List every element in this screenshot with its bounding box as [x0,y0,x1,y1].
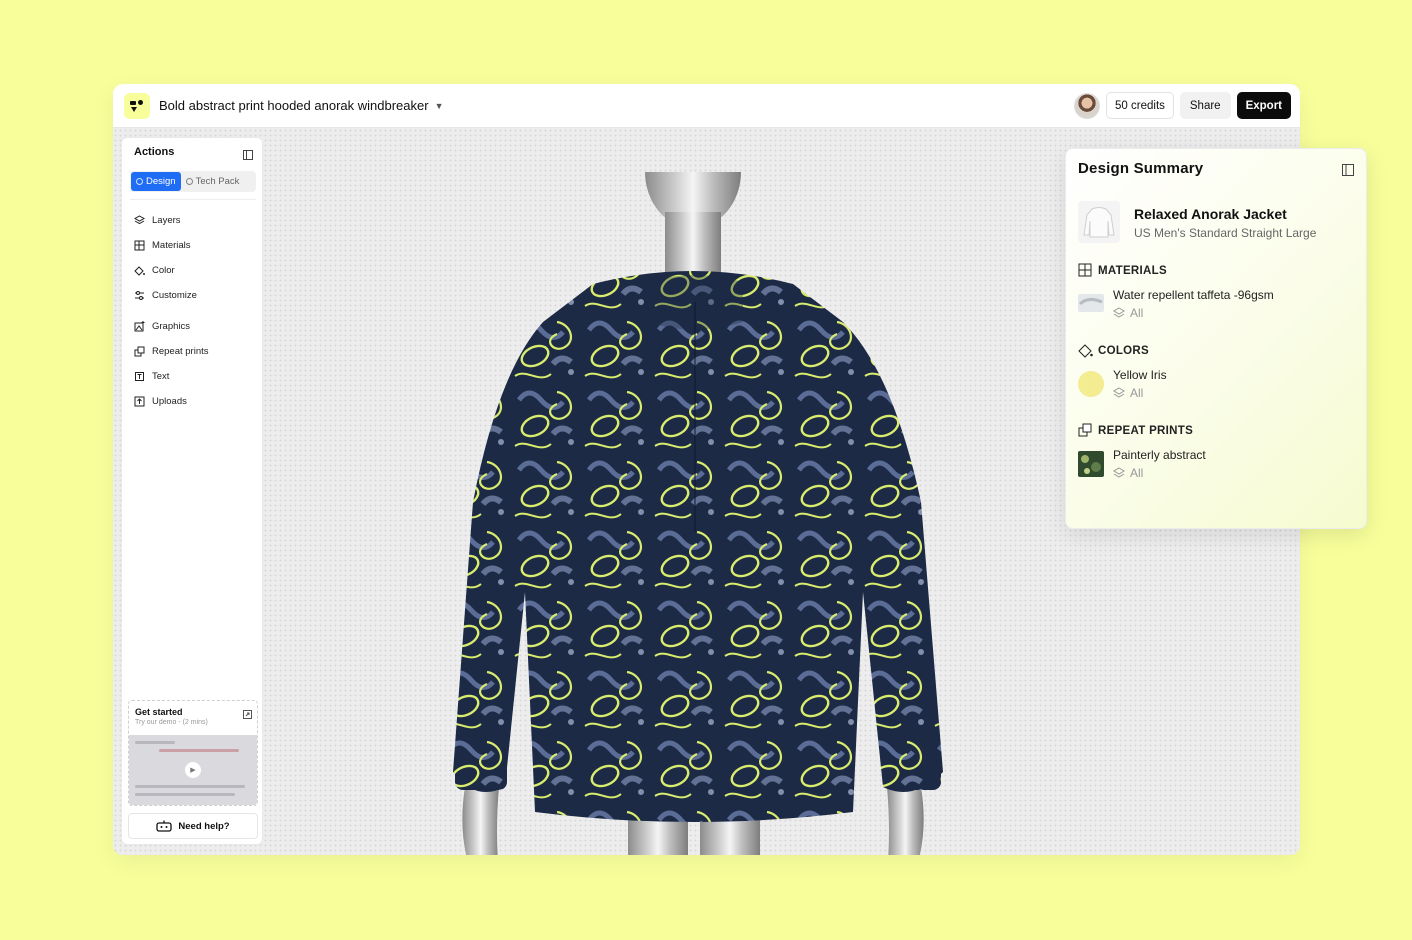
tech-pack-radio-icon [185,178,193,185]
need-help-button[interactable]: Need help? [128,813,258,839]
material-name: Water repellent taffeta -96gsm [1113,288,1274,302]
app-logo-icon[interactable] [124,93,150,119]
demo-video-thumbnail[interactable]: ▶ [129,735,257,805]
materials-heading: MATERIALS [1078,263,1167,278]
print-name: Painterly abstract [1113,448,1206,462]
thumbnail-bar [159,749,239,752]
avatar[interactable] [1074,92,1101,119]
color-swatch [1078,371,1104,397]
materials-icon [134,240,145,251]
get-started-card[interactable]: Get started Try our demo - (2 mins) ▶ [128,700,258,806]
collapse-panel-icon[interactable] [1342,163,1354,181]
color-scope[interactable]: All [1113,386,1143,400]
print-swatch-icon [1078,451,1104,477]
credits-button[interactable]: 50 credits [1106,92,1174,119]
menu-item-uploads[interactable]: Uploads [134,389,258,414]
play-icon[interactable]: ▶ [185,762,201,778]
document-title-dropdown[interactable]: Bold abstract print hooded anorak windbr… [159,98,443,113]
menu-item-repeat-prints[interactable]: Repeat prints [134,339,258,364]
share-button[interactable]: Share [1179,92,1231,119]
repeat-prints-icon [134,346,145,357]
layers-icon [1113,387,1125,398]
menu-item-layers[interactable]: Layers [134,208,258,233]
sliders-icon [135,291,144,300]
fabric-swatch-icon [1078,294,1104,312]
design-radio-icon [136,178,143,185]
design-summary-panel: Design Summary Relaxed Anorak Jacket US … [1065,148,1367,529]
actions-sidebar: Actions Design Tech Pack Layers Material… [121,137,263,845]
text-frame-icon [135,372,144,381]
menu-item-materials[interactable]: Materials [134,233,258,258]
mode-switch: Design Tech Pack [130,171,256,192]
product-name: Relaxed Anorak Jacket [1134,206,1287,222]
tab-design[interactable]: Design [131,172,181,191]
summary-title: Design Summary [1078,160,1204,177]
layers-icon [1113,307,1125,318]
thumbnail-bar [135,793,235,796]
sidebar-heading: Actions [134,146,175,158]
materials-icon [1078,263,1092,277]
repeat-prints-heading: REPEAT PRINTS [1078,423,1193,438]
get-started-subtitle: Try our demo - (2 mins) [135,719,208,726]
expand-icon[interactable] [243,706,252,724]
menu-item-customize[interactable]: Customize [134,283,258,308]
menu-item-graphics[interactable]: Graphics [134,314,258,339]
repeat-prints-icon [1078,423,1092,437]
chevron-down-icon: ▼ [434,100,444,111]
menu-item-text[interactable]: Text [134,364,258,389]
export-button[interactable]: Export [1236,92,1291,119]
document-title: Bold abstract print hooded anorak windbr… [159,98,429,113]
robot-icon [156,820,173,832]
thumbnail-bar [135,785,245,788]
print-scope[interactable]: All [1113,466,1143,480]
menu-item-color[interactable]: Color [134,258,258,283]
jacket-thumbnail-icon [1078,201,1120,243]
colors-heading: COLORS [1078,343,1149,358]
garment-preview[interactable] [443,172,973,855]
top-bar: Bold abstract print hooded anorak windbr… [113,84,1300,128]
paint-bucket-icon [1078,344,1093,358]
collapse-panel-icon[interactable] [243,147,253,165]
material-scope[interactable]: All [1113,306,1143,320]
product-fit: US Men's Standard Straight Large [1134,226,1317,240]
divider [130,199,256,200]
graphics-icon [134,321,145,332]
layers-icon [134,215,145,225]
get-started-title: Get started [135,707,183,717]
tab-tech-pack[interactable]: Tech Pack [181,172,245,191]
paint-bucket-icon [134,266,145,276]
layers-icon [1113,467,1125,478]
actions-menu: Layers Materials Color Customize Graphic… [134,208,258,414]
thumbnail-bar [135,741,175,744]
upload-icon [134,396,145,407]
color-name: Yellow Iris [1113,368,1167,382]
